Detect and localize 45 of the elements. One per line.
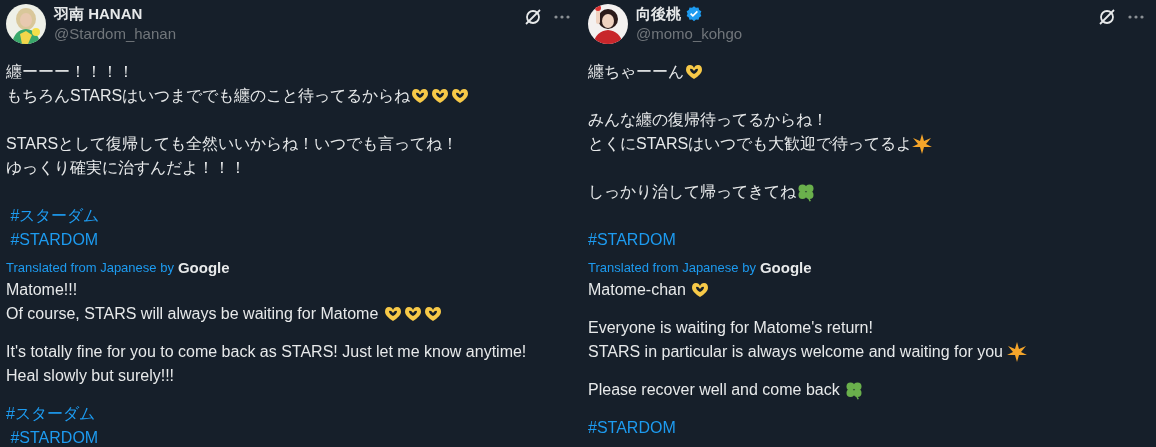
- hashtag-link[interactable]: #スターダム: [6, 204, 100, 228]
- clover-icon: [796, 182, 816, 202]
- translation-note-link[interactable]: Translated from Japanese by: [6, 258, 174, 278]
- sparkle-icon: [912, 134, 933, 154]
- post-text: Matome!!!: [6, 280, 78, 300]
- post-text: Matome-chan: [588, 280, 687, 300]
- post-text: Heal slowly but surely!!!: [6, 366, 175, 386]
- post-text: It's totally fine for you to come back as STARS! Just let me know anytime!: [6, 342, 527, 362]
- post-text: もちろんSTARSはいつまででも纏のこと待ってるからね: [6, 86, 411, 106]
- sparkle-icon: [1007, 342, 1028, 362]
- post-text: とくにSTARSはいつでも大歓迎で待ってるよ: [588, 134, 913, 154]
- google-logo: Google: [177, 258, 230, 278]
- more-options-icon[interactable]: [1128, 15, 1144, 19]
- heart-hands-icon: [690, 282, 711, 298]
- heart-hands-icon: [402, 306, 423, 322]
- user-handle[interactable]: @Stardom_hanan: [54, 24, 176, 44]
- post-text: ゆっくり確実に治すんだよ！！！: [6, 158, 246, 178]
- post-text: 纏ちゃーーん: [588, 62, 684, 82]
- heart-hands-icon: [382, 306, 403, 322]
- post-text: Of course, STARS will always be waiting for Matome: [6, 304, 380, 324]
- hashtag-link[interactable]: #STARDOM: [588, 416, 676, 440]
- heart-hands-icon: [430, 88, 451, 104]
- post-text: しっかり治して帰ってきてね: [588, 182, 796, 202]
- post-text: STARSとして復帰しても全然いいからね！いつでも言ってね！: [6, 134, 459, 154]
- post-text: 纏ーーー！！！！: [6, 62, 134, 82]
- google-logo: Google: [759, 258, 812, 278]
- slashed-circle-icon[interactable]: [1098, 8, 1116, 26]
- heart-hands-icon: [450, 88, 471, 104]
- heart-hands-icon: [410, 88, 431, 104]
- display-name[interactable]: 向後桃: [636, 4, 681, 24]
- translation-note-link[interactable]: Translated from Japanese by: [588, 258, 756, 278]
- slashed-circle-icon[interactable]: [524, 8, 542, 26]
- post-text: Please recover well and come back: [588, 380, 841, 400]
- user-handle[interactable]: @momo_kohgo: [636, 24, 743, 44]
- heart-hands-icon: [684, 64, 704, 80]
- heart-hands-icon: [422, 306, 443, 322]
- hashtag-link[interactable]: #スターダム: [6, 402, 95, 426]
- post-text: Everyone is waiting for Matome's return!: [588, 318, 873, 338]
- post-text: みんな纏の復帰待ってるからね！: [588, 110, 828, 130]
- hashtag-link[interactable]: #STARDOM: [588, 228, 676, 252]
- post-text: STARS in particular is always welcome and waiting for you: [588, 342, 1004, 362]
- display-name[interactable]: 羽南 HANAN: [54, 4, 143, 24]
- hashtag-link[interactable]: #STARDOM: [6, 426, 99, 447]
- more-options-icon[interactable]: [554, 15, 570, 19]
- hashtag-link[interactable]: #STARDOM: [6, 228, 99, 252]
